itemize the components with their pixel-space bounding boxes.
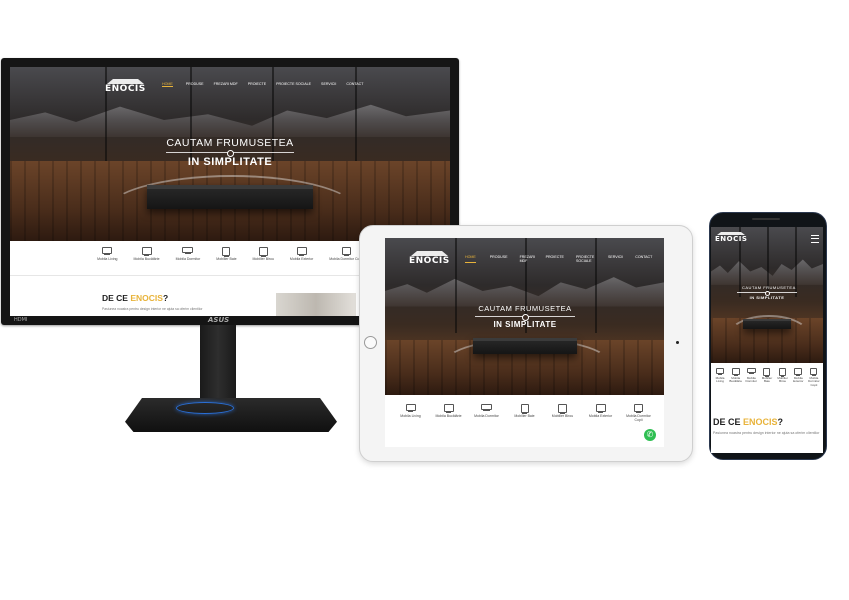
desk-icon [779,368,787,377]
kids-bed-icon [810,368,818,376]
sofa-icon [102,247,113,255]
monitor-brand-logo: ASUS [208,316,230,324]
nav-produse[interactable]: Produse [490,255,508,263]
tablet-screen: ENOCIS Home Produse Frezari MDF Proiecte… [385,238,664,447]
category-item[interactable]: Mobila Dormitor [744,368,758,396]
phone-screen: ENOCIS CAUTAM FRUMUSETEA IN SIMPLITATE M… [711,227,823,453]
site-logo[interactable]: ENOCIS [105,79,146,94]
kitchen-icon [141,247,152,256]
bed-icon [182,247,194,254]
nav-contact[interactable]: Contact [346,82,363,87]
desk-icon [558,404,567,414]
site-logo[interactable]: ENOCIS [715,232,747,243]
main-nav: Home Produse Frezari MDF Proiecte Proiec… [162,82,363,87]
kids-bed-icon [341,247,351,256]
bed-icon [481,404,492,411]
bath-icon [763,368,771,377]
about-title: DE CE ENOCIS? [102,293,169,303]
fence-icon [595,404,606,413]
bath-icon [222,247,231,257]
category-item[interactable]: Mobilier Birou [776,368,790,396]
fence-icon [296,247,307,256]
sofa-icon [405,404,416,412]
nav-servicii[interactable]: Servicii [321,82,336,87]
category-item[interactable]: Mobilier Baie [760,368,774,396]
category-item[interactable]: Mobila Dormitor Copii [329,247,363,271]
category-item[interactable]: Mobila Living [97,247,118,271]
hero-heading: CAUTAM FRUMUSETEA IN SIMPLITATE [470,304,580,329]
category-item[interactable]: Mobila Dormitor Copii [807,368,821,396]
hero-heading: CAUTAM FRUMUSETEA IN SIMPLITATE [166,137,294,168]
category-item[interactable]: Mobila Bucătărie [435,404,463,434]
category-item[interactable]: Mobila Exterior [791,368,805,396]
about-text: Pasiunea noastra pentru design interior … [713,431,820,435]
fence-icon [794,368,803,376]
bed-icon [746,368,756,374]
monitor-stand-base [125,398,337,432]
tablet-camera [676,341,679,344]
category-item[interactable]: Mobilier Birou [253,247,274,271]
about-text: Pasiunea noastra pentru design interior … [102,307,203,311]
tablet-home-button[interactable] [364,336,377,349]
nav-frezari-mdf[interactable]: Frezari MDF [214,82,238,87]
category-bar: Mobila Living Mobila Bucătărie Mobila Do… [385,404,664,434]
about-section: DE CE ENOCIS? Pasiunea noastra pentru de… [713,417,821,436]
category-item[interactable]: Mobila Exterior [290,247,313,271]
nav-home[interactable]: Home [465,255,476,263]
nav-proiecte[interactable]: Proiecte [546,255,564,263]
nav-produse[interactable]: Produse [186,82,204,87]
whatsapp-icon[interactable]: ✆ [644,429,656,441]
monitor-stand-ring [176,402,234,414]
category-item[interactable]: Mobilier Birou [549,404,577,434]
hero-banner: ENOCIS Home Produse Frezari MDF Proiecte… [10,67,450,241]
category-item[interactable]: Mobilier Baie [216,247,237,271]
category-item[interactable]: Mobila Bucătărie [729,368,743,396]
category-item[interactable]: Mobila Dormitor [473,404,501,434]
desk-icon [258,247,268,257]
category-item[interactable]: Mobila Living [397,404,425,434]
nav-proiecte-sociale[interactable]: Proiecte Sociale [276,82,311,87]
hero-heading: CAUTAM FRUMUSETEA IN SIMPLITATE [737,285,797,300]
kitchen-icon [443,404,454,413]
hero-banner: ENOCIS CAUTAM FRUMUSETEA IN SIMPLITATE [711,227,823,363]
kitchen-icon [731,368,740,376]
category-item[interactable]: Mobila Living [713,368,727,396]
nav-proiecte-sociale[interactable]: Proiecte Sociale [576,255,596,263]
category-item[interactable]: Mobilier Baie [511,404,539,434]
nav-servicii[interactable]: Servicii [608,255,623,263]
category-item[interactable]: Mobila Bucătărie [134,247,160,271]
sofa-icon [716,368,724,375]
kids-bed-icon [634,404,643,413]
about-section: DE CE ENOCIS? Pasiunea noastra pentru de… [102,293,272,311]
bath-icon [520,404,529,414]
category-bar: Mobila Living Mobila Bucătărie Mobila Do… [711,368,823,396]
site-logo[interactable]: ENOCIS [409,251,450,266]
category-item[interactable]: Mobila Dormitor [176,247,200,271]
nav-contact[interactable]: Contact [635,255,652,263]
phone-speaker [752,218,780,220]
about-title: DE CE ENOCIS? [713,417,784,427]
hero-banner: ENOCIS Home Produse Frezari MDF Proiecte… [385,238,664,395]
monitor-port-label: HDMI [14,317,28,323]
menu-icon[interactable] [811,235,819,243]
category-item[interactable]: Mobila Exterior [587,404,615,434]
nav-home[interactable]: Home [162,82,173,87]
monitor-stand-neck [200,325,236,400]
about-image [276,293,356,316]
nav-proiecte[interactable]: Proiecte [248,82,266,87]
main-nav: Home Produse Frezari MDF Proiecte Proiec… [465,255,652,263]
nav-frezari-mdf[interactable]: Frezari MDF [520,255,535,263]
